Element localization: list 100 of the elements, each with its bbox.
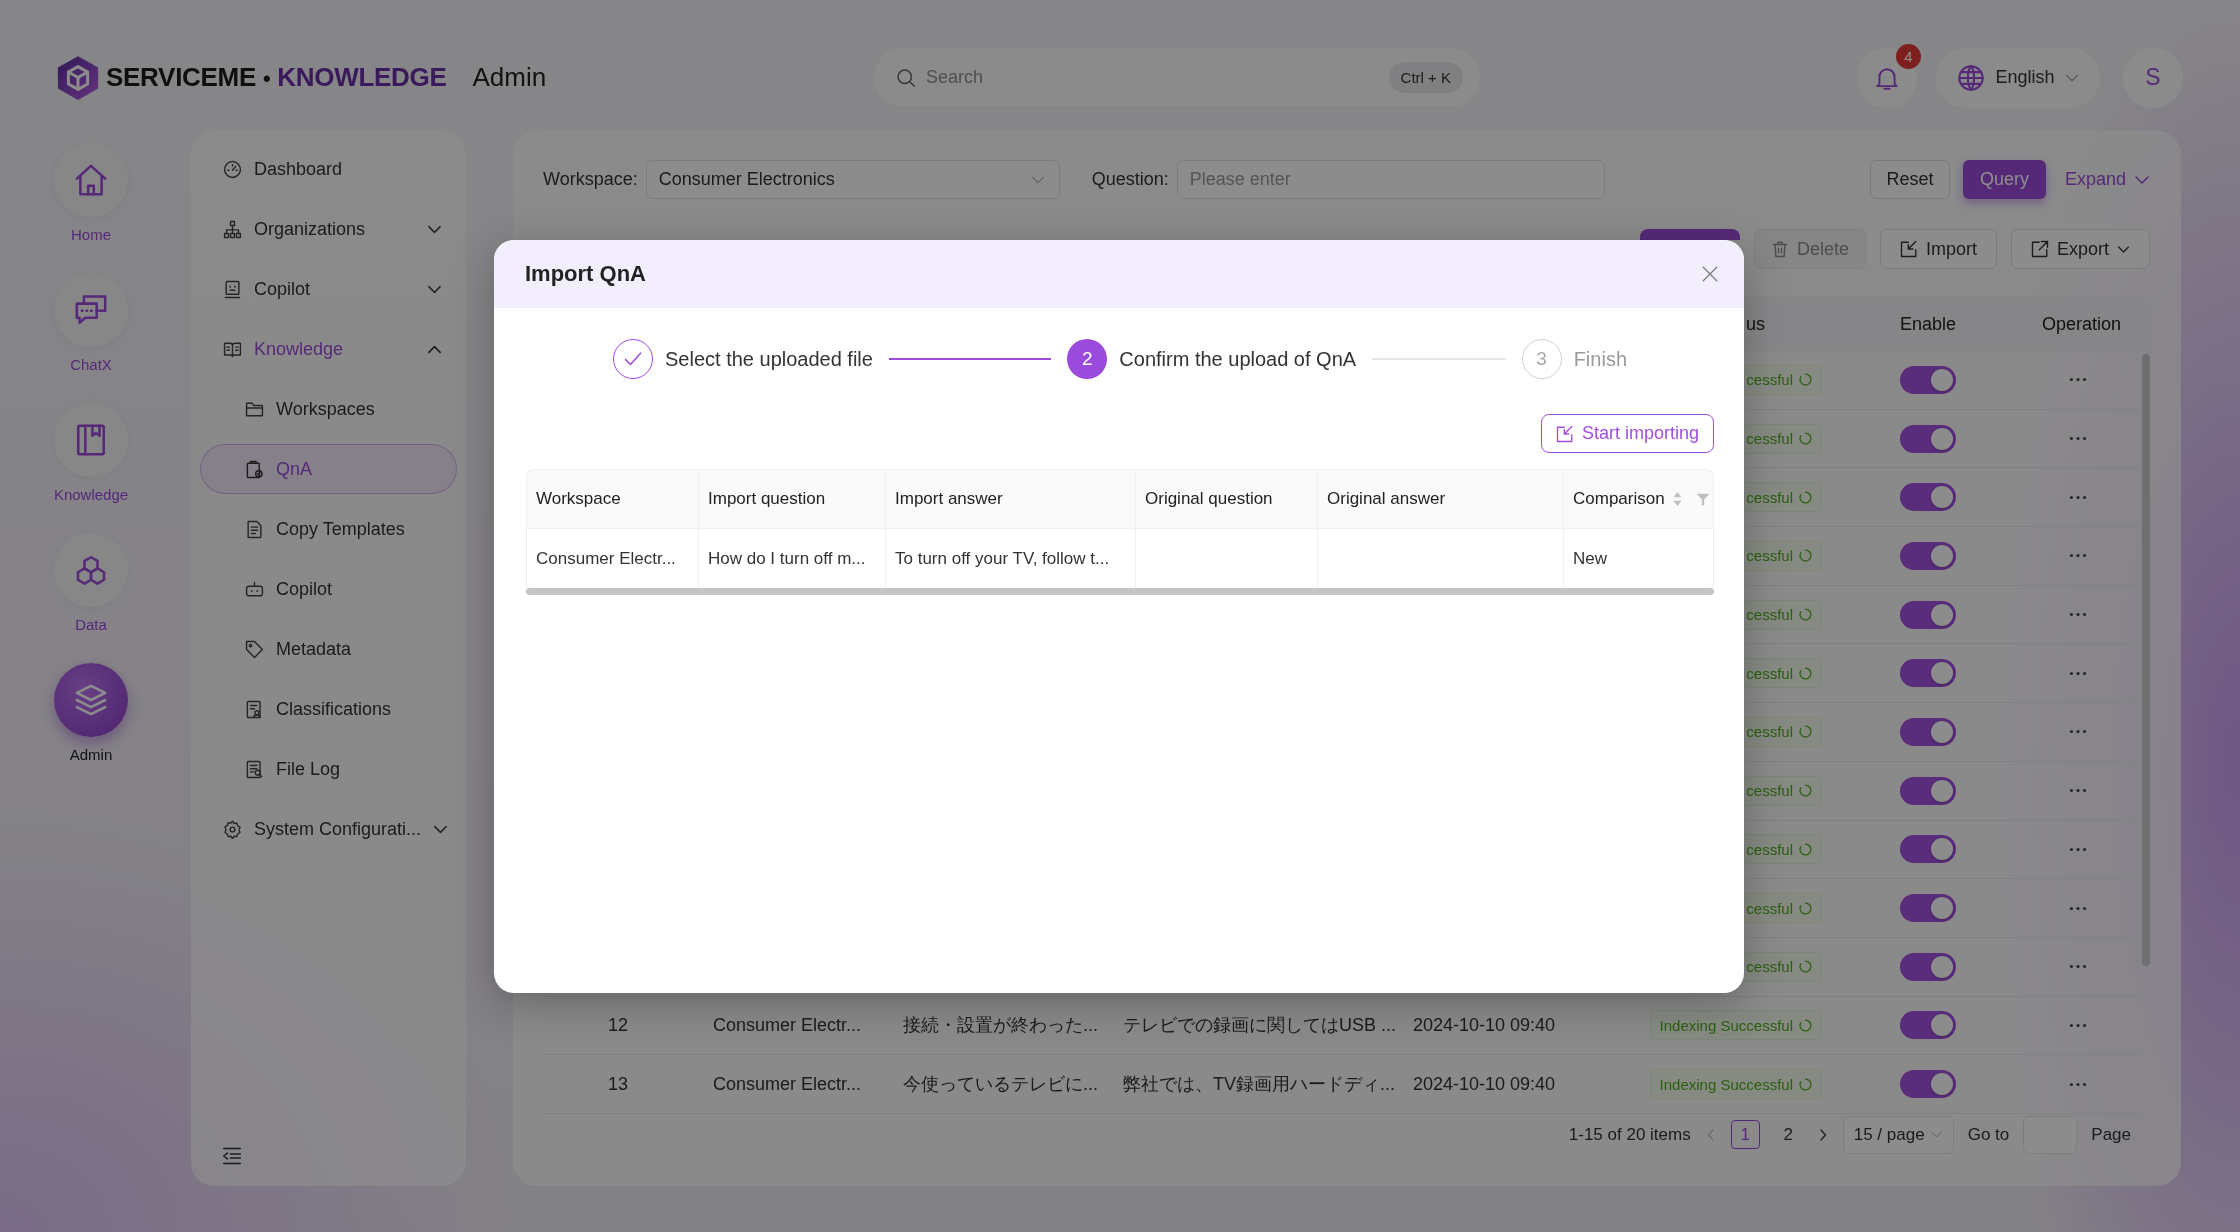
- nav-rail-item[interactable]: Admin: [54, 663, 128, 765]
- more-icon[interactable]: [2068, 964, 2087, 970]
- submenu-item[interactable]: Metadata: [200, 624, 457, 674]
- enable-toggle[interactable]: [1900, 717, 1956, 746]
- table-cell-text: 13: [607, 1073, 629, 1095]
- enable-toggle[interactable]: [1900, 541, 1956, 570]
- more-icon[interactable]: [2068, 1081, 2087, 1087]
- enable-toggle[interactable]: [1900, 894, 1956, 923]
- reset-button[interactable]: Reset: [1869, 160, 1950, 199]
- more-icon[interactable]: [2068, 788, 2087, 794]
- status-text: cessful: [1746, 430, 1793, 448]
- more-icon[interactable]: [2068, 846, 2087, 852]
- loading-icon: [1799, 901, 1812, 915]
- status-text: Indexing Successful: [1659, 1075, 1793, 1093]
- enable-toggle[interactable]: [1900, 365, 1956, 394]
- settings-icon: [223, 819, 242, 839]
- step-number: 2: [1067, 339, 1108, 379]
- page-label: Page: [2091, 1124, 2131, 1145]
- enable-toggle[interactable]: [1900, 776, 1956, 805]
- table-cell-text: 2024-10-10 09:40: [1412, 1014, 1557, 1036]
- language-selector[interactable]: English: [1936, 47, 2100, 108]
- column-header: Comparison: [1573, 489, 1665, 509]
- column-header: Import answer: [895, 489, 1003, 509]
- notification-badge: 4: [1896, 43, 1921, 69]
- more-icon[interactable]: [2068, 905, 2087, 911]
- logo-wordmark: SERVICEME • KNOWLEDGE: [106, 61, 447, 94]
- primary-button[interactable]: [1640, 229, 1740, 240]
- more-icon[interactable]: [2068, 494, 2087, 500]
- expand-link[interactable]: Expand: [2058, 160, 2150, 199]
- loading-icon: [1799, 490, 1812, 504]
- close-icon: [1701, 265, 1719, 283]
- table-cell-text: 今使っているテレビに...: [902, 1073, 1099, 1097]
- nav-rail-item[interactable]: Home: [54, 143, 128, 245]
- submenu-item[interactable]: QnA: [200, 444, 457, 494]
- more-icon[interactable]: [2068, 612, 2087, 618]
- filter-icon[interactable]: [1695, 492, 1710, 506]
- vertical-scrollbar[interactable]: [2142, 354, 2150, 966]
- horizontal-scrollbar[interactable]: [526, 588, 1714, 595]
- enable-toggle[interactable]: [1900, 1070, 1956, 1099]
- column-header: Import question: [708, 489, 826, 509]
- submenu-item[interactable]: File Log: [200, 744, 457, 794]
- monitor-icon: [223, 279, 242, 299]
- submenu-item[interactable]: Copilot: [200, 564, 457, 614]
- more-icon[interactable]: [2068, 377, 2087, 383]
- nav-rail-item[interactable]: Data: [54, 533, 128, 635]
- user-avatar[interactable]: S: [2123, 47, 2183, 108]
- table-cell-text: Consumer Electr...: [712, 1073, 863, 1095]
- enable-toggle[interactable]: [1900, 483, 1956, 512]
- nav-rail-item[interactable]: Knowledge: [53, 403, 129, 505]
- query-button[interactable]: Query: [1962, 160, 2046, 199]
- trash-icon: [1771, 240, 1789, 258]
- step-label: Select the uploaded file: [665, 347, 873, 371]
- menu-item[interactable]: Knowledge: [200, 324, 457, 374]
- document-icon: [245, 519, 264, 539]
- submenu-item[interactable]: Copy Templates: [200, 504, 457, 554]
- start-importing-button[interactable]: Start importing: [1540, 414, 1714, 453]
- page-size-select[interactable]: 15 / page: [1842, 1115, 1954, 1154]
- enable-toggle[interactable]: [1900, 952, 1956, 981]
- status-text: Indexing Successful: [1659, 1016, 1793, 1034]
- submenu-item[interactable]: Classifications: [200, 684, 457, 734]
- menu-item[interactable]: Dashboard: [200, 144, 457, 194]
- more-icon[interactable]: [2068, 1022, 2087, 1028]
- enable-toggle[interactable]: [1900, 659, 1956, 688]
- nav-rail-item[interactable]: ChatX: [54, 273, 128, 375]
- import-icon: [1555, 424, 1574, 443]
- more-icon[interactable]: [2068, 553, 2087, 559]
- page-button[interactable]: 2: [1773, 1120, 1803, 1150]
- enable-toggle[interactable]: [1900, 835, 1956, 864]
- status-text: cessful: [1746, 606, 1793, 624]
- document-user-icon: [245, 699, 264, 719]
- field-label: Workspace:: [543, 169, 638, 190]
- dialog-title: Import QnA: [525, 261, 646, 287]
- enable-toggle[interactable]: [1900, 600, 1956, 629]
- menu-item[interactable]: Organizations: [200, 204, 457, 254]
- hexagon-logo-icon: [57, 54, 99, 101]
- export-button[interactable]: Export: [2011, 229, 2150, 269]
- import-button[interactable]: Import: [1880, 229, 1997, 269]
- more-icon[interactable]: [2068, 729, 2087, 735]
- select-field[interactable]: Consumer Electronics: [645, 160, 1060, 199]
- submenu-item[interactable]: Workspaces: [200, 384, 457, 434]
- column-header: Enable: [1899, 313, 1957, 335]
- table-cell-text: 接続・設置が終わった...: [902, 1014, 1099, 1038]
- more-icon[interactable]: [2068, 670, 2087, 676]
- sort-icon[interactable]: [1672, 491, 1682, 507]
- collapse-menu-icon[interactable]: [222, 1146, 242, 1166]
- menu-item[interactable]: Copilot: [200, 264, 457, 314]
- search-input[interactable]: Search: [926, 62, 1379, 93]
- goto-label: Go to: [1967, 1124, 2010, 1145]
- search-bar[interactable]: Search Ctrl + K: [874, 48, 1480, 107]
- menu-item[interactable]: System Configurati...: [200, 804, 457, 854]
- loading-icon: [1799, 608, 1812, 622]
- enable-toggle[interactable]: [1900, 1011, 1956, 1040]
- more-icon[interactable]: [2068, 436, 2087, 442]
- status-text: cessful: [1746, 840, 1793, 858]
- org-chart-icon: [223, 219, 242, 239]
- page-button[interactable]: 1: [1730, 1120, 1760, 1150]
- enable-toggle[interactable]: [1900, 424, 1956, 453]
- status-text: cessful: [1746, 664, 1793, 682]
- folder-icon: [245, 399, 264, 419]
- status-text: cessful: [1746, 899, 1793, 917]
